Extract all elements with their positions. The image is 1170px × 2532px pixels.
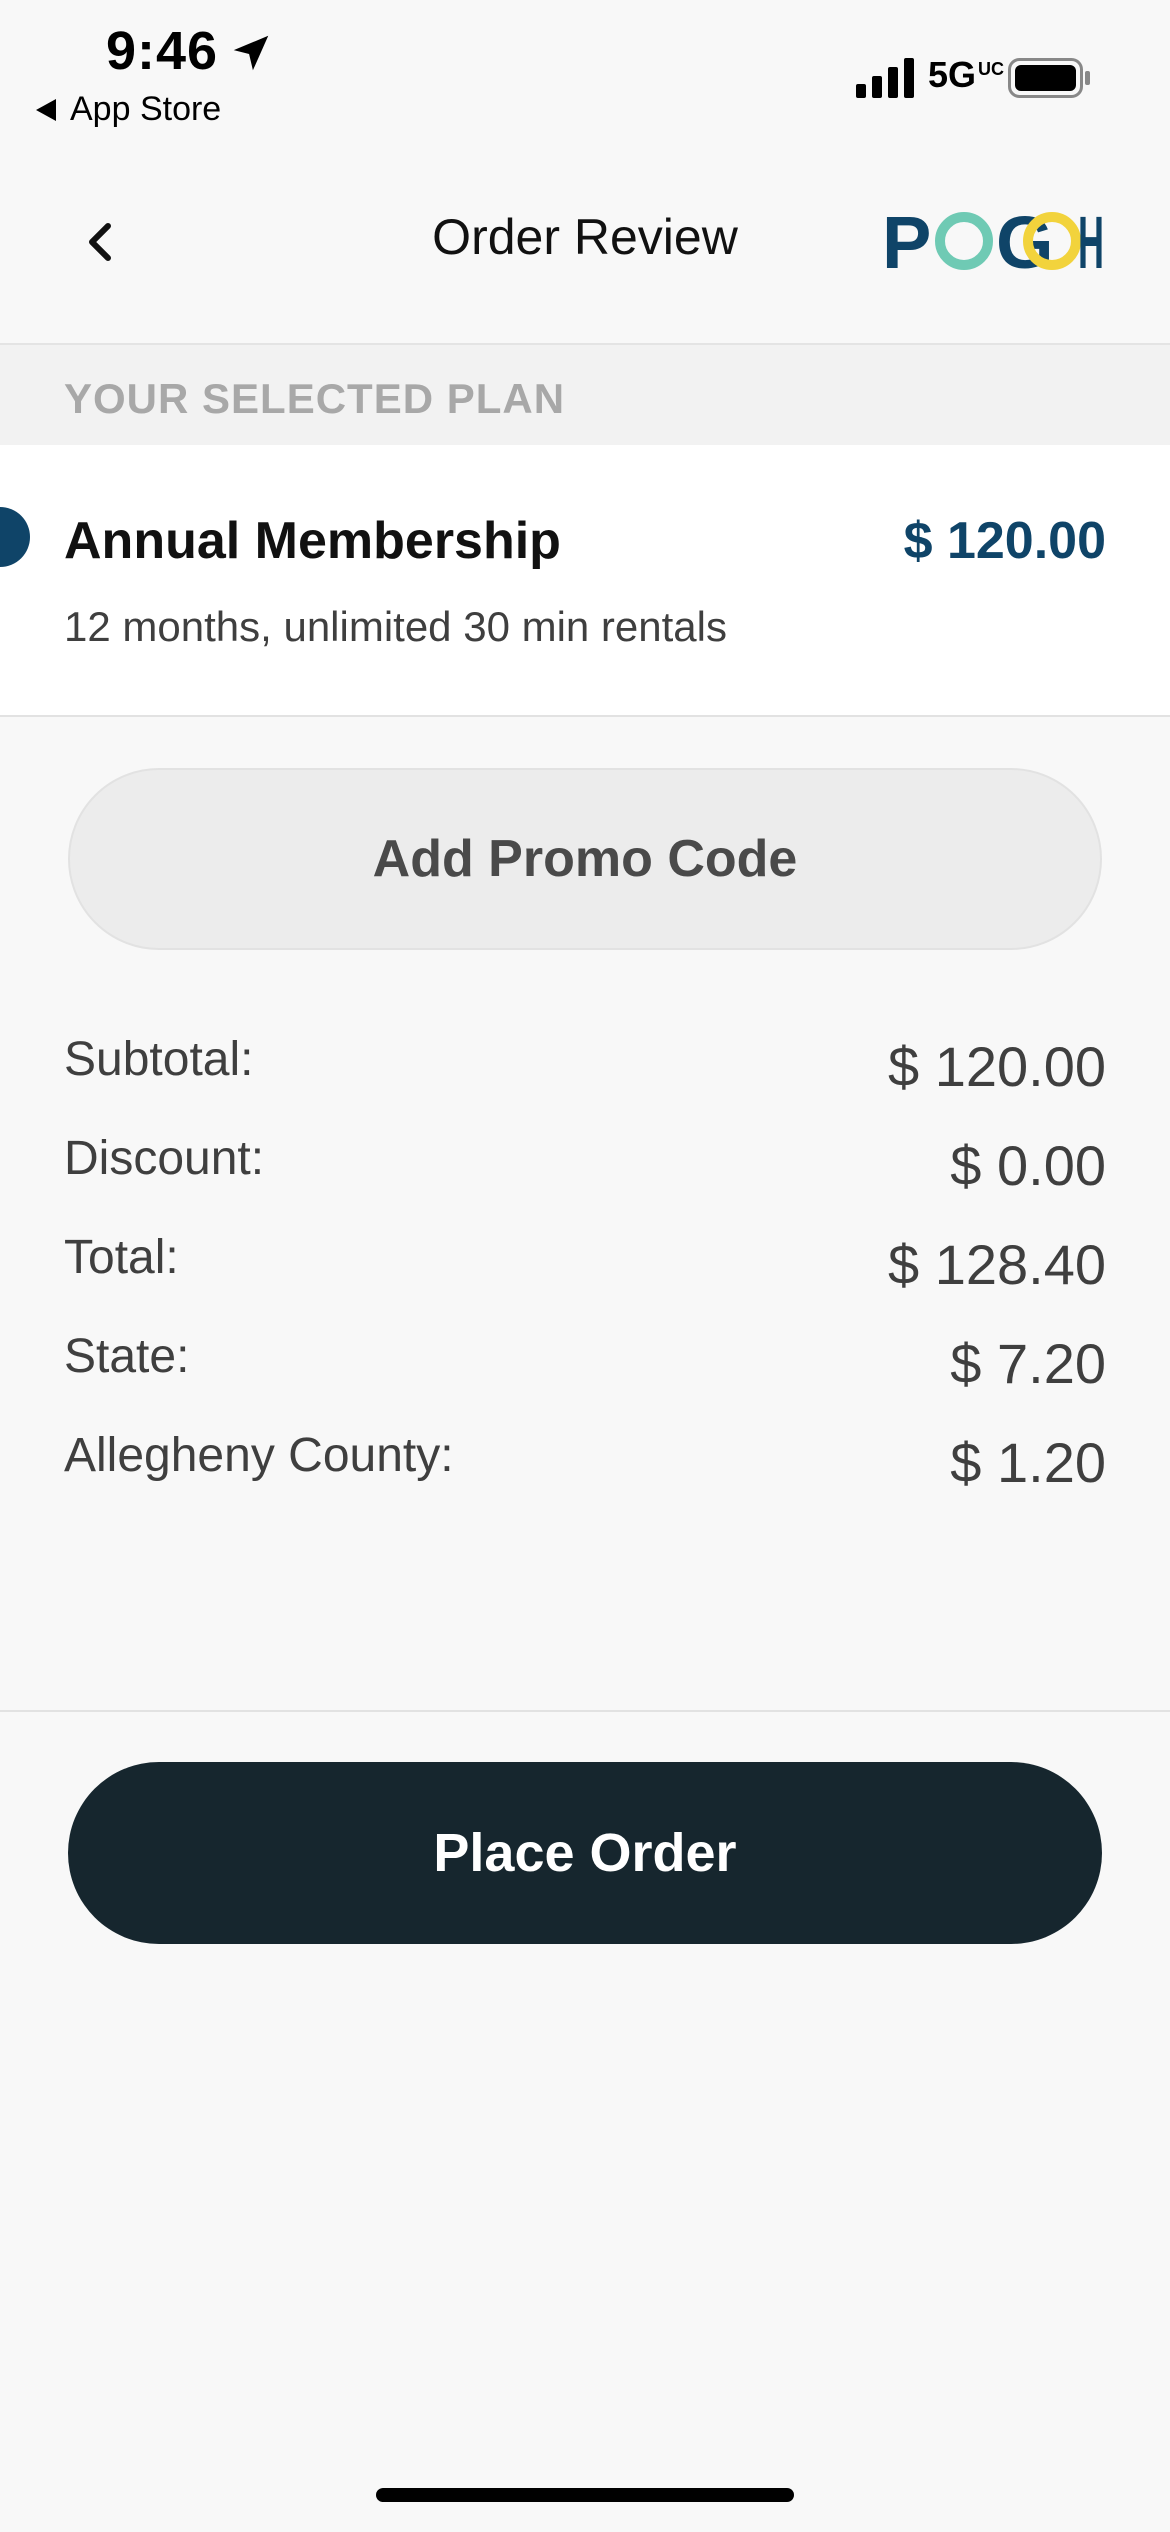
summary-row-state-tax: State: $ 7.20	[64, 1323, 1106, 1422]
back-triangle-icon	[36, 98, 56, 121]
section-header-label: YOUR SELECTED PLAN	[64, 375, 566, 422]
summary-value: $ 128.40	[888, 1233, 1106, 1296]
summary-label: Allegheny County:	[64, 1429, 454, 1482]
pogoh-logo: P G H	[882, 204, 1104, 278]
add-promo-code-button[interactable]: Add Promo Code	[68, 768, 1102, 950]
back-to-app-store[interactable]: App Store	[36, 90, 221, 129]
network-label: 5G	[928, 54, 977, 95]
svg-text:H: H	[1078, 204, 1104, 278]
battery-icon	[1008, 58, 1090, 98]
order-summary: Subtotal: $ 120.00 Discount: $ 0.00 Tota…	[64, 1026, 1106, 1521]
summary-label: Subtotal:	[64, 1033, 254, 1086]
summary-value: $ 1.20	[950, 1431, 1106, 1494]
selected-plan-header: YOUR SELECTED PLAN	[0, 345, 1170, 445]
nav-bar: Order Review P G H	[0, 150, 1170, 345]
network-suffix: UC	[978, 59, 1005, 79]
summary-value: $ 120.00	[888, 1035, 1106, 1098]
summary-row-total: Total: $ 128.40	[64, 1224, 1106, 1323]
summary-value: $ 0.00	[950, 1134, 1106, 1197]
summary-row-subtotal: Subtotal: $ 120.00	[64, 1026, 1106, 1125]
place-order-button[interactable]: Place Order	[68, 1762, 1102, 1944]
network-indicator: 5G UC	[928, 54, 1004, 96]
svg-text:P: P	[882, 204, 931, 278]
plan-card[interactable]: Annual Membership $ 120.00 12 months, un…	[0, 445, 1170, 717]
status-bar: 9:46 App Store 5G UC	[0, 0, 1170, 150]
plan-selected-indicator	[0, 507, 30, 567]
plan-price: $ 120.00	[903, 512, 1106, 570]
summary-label: State:	[64, 1330, 190, 1383]
plan-name: Annual Membership	[64, 512, 561, 570]
location-arrow-icon	[233, 35, 269, 71]
status-time: 9:46	[106, 21, 219, 81]
summary-row-discount: Discount: $ 0.00	[64, 1125, 1106, 1224]
divider	[0, 1710, 1170, 1712]
back-app-label: App Store	[70, 90, 222, 128]
home-indicator[interactable]	[376, 2488, 794, 2502]
summary-row-county-tax: Allegheny County: $ 1.20	[64, 1422, 1106, 1521]
plan-description: 12 months, unlimited 30 min rentals	[64, 603, 727, 650]
summary-label: Discount:	[64, 1132, 265, 1185]
summary-label: Total:	[64, 1231, 179, 1284]
cellular-signal-icon	[856, 58, 914, 98]
summary-value: $ 7.20	[950, 1332, 1106, 1395]
